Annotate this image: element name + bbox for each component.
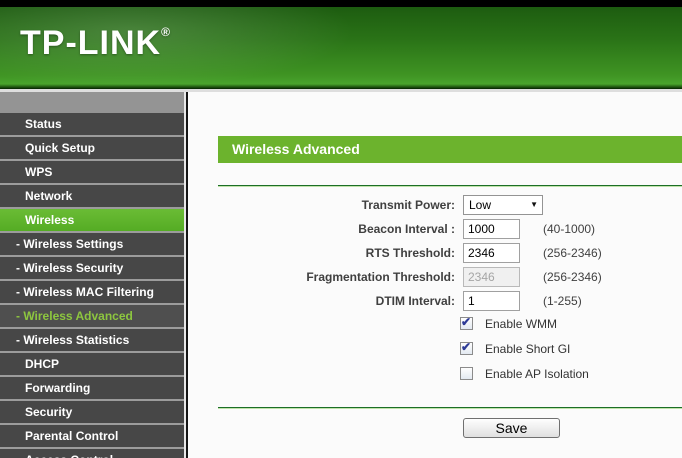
- check-icon: ✔: [461, 315, 472, 329]
- dtim-interval-row: DTIM Interval: (1-255): [188, 291, 682, 311]
- fragmentation-threshold-label: Fragmentation Threshold:: [306, 270, 455, 284]
- sidebar-item-network[interactable]: Network: [0, 185, 184, 207]
- transmit-power-select[interactable]: Low ▼: [463, 195, 543, 215]
- sidebar-item-wireless-advanced[interactable]: - Wireless Advanced: [0, 305, 184, 327]
- fragmentation-threshold-input: [463, 267, 520, 287]
- sidebar-item-status[interactable]: Status: [0, 113, 184, 135]
- sidebar-item-forwarding[interactable]: Forwarding: [0, 377, 184, 399]
- sidebar-menu: Status Quick Setup WPS Network Wireless …: [0, 92, 184, 458]
- dtim-interval-input[interactable]: [463, 291, 520, 311]
- router-admin-page: TP-LINK® Status Quick Setup WPS Network …: [0, 0, 682, 458]
- sidebar-item-wps[interactable]: WPS: [0, 161, 184, 183]
- enable-ap-isolation-label: Enable AP Isolation: [485, 367, 589, 381]
- page-title: Wireless Advanced: [218, 136, 682, 163]
- rts-threshold-label: RTS Threshold:: [365, 246, 455, 260]
- enable-short-gi-label: Enable Short GI: [485, 342, 571, 356]
- sidebar-item-wireless-settings[interactable]: - Wireless Settings: [0, 233, 184, 255]
- sidebar-item-dhcp[interactable]: DHCP: [0, 353, 184, 375]
- sidebar-top-spacer: [0, 92, 184, 113]
- top-black-bar: [0, 0, 682, 7]
- registered-trademark-icon: ®: [161, 25, 170, 39]
- chevron-down-icon[interactable]: ▼: [530, 201, 538, 209]
- sidebar-item-parental-control[interactable]: Parental Control: [0, 425, 184, 447]
- logo-text: TP-LINK: [20, 24, 162, 62]
- tplink-logo: TP-LINK®: [20, 24, 170, 63]
- transmit-power-value: Low: [469, 198, 492, 212]
- sidebar-item-security[interactable]: Security: [0, 401, 184, 423]
- body: Status Quick Setup WPS Network Wireless …: [0, 92, 682, 458]
- beacon-interval-input[interactable]: [463, 219, 520, 239]
- rts-threshold-input[interactable]: [463, 243, 520, 263]
- rts-threshold-hint: (256-2346): [543, 246, 602, 260]
- enable-wmm-row: ✔ Enable WMM: [188, 315, 682, 331]
- check-icon: ✔: [461, 340, 472, 354]
- enable-wmm-checkbox[interactable]: ✔: [460, 315, 473, 330]
- top-divider: [218, 185, 682, 187]
- beacon-interval-row: Beacon Interval : (40-1000): [188, 219, 682, 239]
- fragmentation-threshold-hint: (256-2346): [543, 270, 602, 284]
- enable-wmm-label: Enable WMM: [485, 317, 558, 331]
- sidebar-item-wireless-statistics[interactable]: - Wireless Statistics: [0, 329, 184, 351]
- sidebar-item-wireless-mac-filtering[interactable]: - Wireless MAC Filtering: [0, 281, 184, 303]
- main-content: Wireless Advanced Transmit Power: Low ▼ …: [188, 92, 682, 458]
- enable-short-gi-checkbox[interactable]: ✔: [460, 340, 473, 355]
- rts-threshold-row: RTS Threshold: (256-2346): [188, 243, 682, 263]
- save-button[interactable]: Save: [463, 418, 560, 438]
- sidebar-item-wireless-security[interactable]: - Wireless Security: [0, 257, 184, 279]
- beacon-interval-hint: (40-1000): [543, 222, 596, 236]
- beacon-interval-label: Beacon Interval :: [358, 222, 455, 236]
- fragmentation-threshold-row: Fragmentation Threshold: (256-2346): [188, 267, 682, 287]
- sidebar-item-quick-setup[interactable]: Quick Setup: [0, 137, 184, 159]
- enable-ap-isolation-checkbox[interactable]: ✔: [460, 367, 473, 380]
- dtim-interval-label: DTIM Interval:: [375, 294, 455, 308]
- header-banner: TP-LINK®: [0, 7, 682, 88]
- dtim-interval-hint: (1-255): [543, 294, 582, 308]
- enable-short-gi-row: ✔ Enable Short GI: [188, 340, 682, 356]
- transmit-power-label: Transmit Power:: [361, 198, 455, 212]
- bottom-divider: [218, 407, 682, 409]
- sidebar-item-access-control[interactable]: Access Control: [0, 449, 184, 458]
- transmit-power-row: Transmit Power: Low ▼: [188, 195, 682, 215]
- sidebar-item-wireless[interactable]: Wireless: [0, 209, 184, 231]
- enable-ap-isolation-row: ✔ Enable AP Isolation: [188, 367, 682, 381]
